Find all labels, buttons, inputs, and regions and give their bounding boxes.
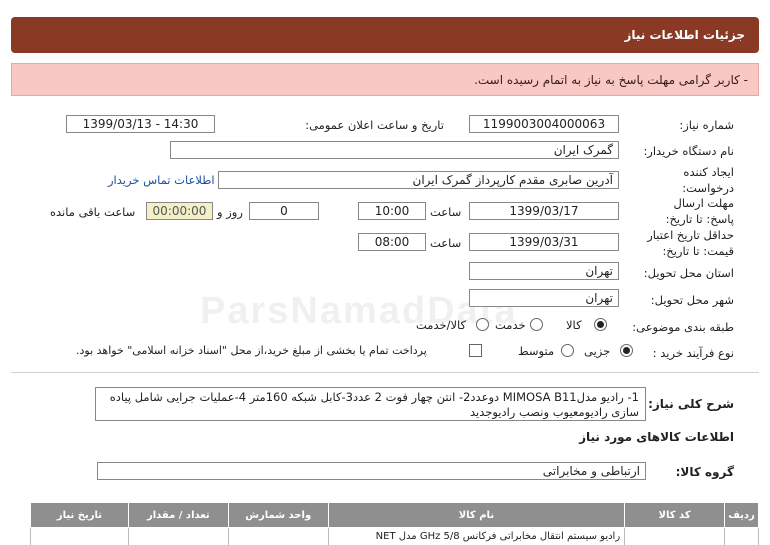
cell-name: رادیو سیستم انتقال مخابراتی فرکانس GHz 5… (327, 527, 626, 545)
process-minor-radio[interactable] (620, 344, 633, 357)
cell-date (30, 527, 129, 545)
treasury-bond-checkbox[interactable] (469, 344, 482, 357)
goods-info-title: اطلاعات کالاهای مورد نیاز (579, 430, 734, 444)
col-code: کد کالا (624, 502, 726, 528)
province-field: تهران (469, 262, 619, 280)
col-unit: واحد شمارش (227, 502, 329, 528)
col-row: ردیف (724, 502, 759, 528)
category-goods-radio[interactable] (594, 318, 607, 331)
goods-group-field: ارتباطی و مخابراتی (97, 462, 646, 480)
page-title: جزئیات اطلاعات نیاز (624, 28, 745, 42)
table-row[interactable]: رادیو سیستم انتقال مخابراتی فرکانس GHz 5… (30, 527, 759, 545)
creator-label: ایجاد کننده درخواست: (682, 165, 734, 195)
col-date: تاریخ نیاز (30, 502, 129, 528)
buyer-field: گمرک ایران (170, 141, 619, 159)
col-quantity: تعداد / مقدار (127, 502, 229, 528)
section-divider (11, 372, 759, 373)
validity-date-field: 1399/03/31 (469, 233, 619, 251)
deadline-time-field: 10:00 (358, 202, 426, 220)
process-medium-label: متوسط (518, 344, 555, 358)
category-service-radio[interactable] (530, 318, 543, 331)
need-number-field: 1199003004000063 (469, 115, 619, 133)
process-minor-label: جزیی (584, 344, 611, 358)
description-label: شرح کلی نیاز: (648, 397, 734, 411)
deadline-date-field: 1399/03/17 (469, 202, 619, 220)
page-header: جزئیات اطلاعات نیاز (11, 17, 759, 53)
category-both-label: کالا/خدمت (416, 318, 467, 332)
process-medium-radio[interactable] (561, 344, 574, 357)
category-goods-label: کالا (566, 318, 582, 332)
deadline-label: مهلت ارسال پاسخ: تا تاریخ: (665, 196, 734, 226)
alert-message: - کاربر گرامی مهلت پاسخ به نیاز به اتمام… (474, 73, 748, 87)
validity-time-field: 08:00 (358, 233, 426, 251)
announce-label: تاریخ و ساعت اعلان عمومی: (305, 118, 444, 132)
city-field: تهران (469, 289, 619, 307)
cell-row (724, 527, 759, 545)
time-remaining-label: ساعت باقی مانده (50, 205, 136, 219)
category-both-radio[interactable] (476, 318, 489, 331)
col-name: نام کالا (327, 502, 626, 528)
description-text: 1- رادیو مدلMIMOSA B11 دوعدد2- انتن چهار… (95, 387, 646, 421)
days-label: روز و (217, 205, 243, 219)
cell-code (624, 527, 726, 545)
payment-note: پرداخت تمام یا بخشی از مبلغ خرید،از محل … (76, 344, 427, 357)
deadline-alert: - کاربر گرامی مهلت پاسخ به نیاز به اتمام… (11, 63, 759, 96)
goods-group-label: گروه کالا: (675, 465, 734, 479)
city-label: شهر محل تحویل: (650, 293, 734, 307)
cell-quantity (127, 527, 229, 545)
process-label: نوع فرآیند خرید : (652, 346, 734, 360)
buyer-label: نام دستگاه خریدار: (643, 144, 734, 158)
announce-date-field: 1399/03/13 - 14:30 (66, 115, 215, 133)
goods-table: ردیف کد کالا نام کالا واحد شمارش تعداد /… (30, 502, 759, 545)
cell-unit (227, 527, 329, 545)
price-validity-label: حداقل تاریخ اعتبار قیمت: تا تاریخ: (647, 228, 734, 258)
time-remaining-field: 00:00:00 (146, 202, 213, 220)
creator-field: آدرین صابری مقدم کارپرداز گمرک ایران (218, 171, 619, 189)
buyer-contact-link[interactable]: اطلاعات تماس خریدار (108, 173, 215, 187)
days-remaining-field: 0 (249, 202, 319, 220)
category-service-label: خدمت (495, 318, 526, 332)
deadline-time-label: ساعت (430, 205, 462, 219)
province-label: استان محل تحویل: (643, 266, 734, 280)
validity-time-label: ساعت (430, 236, 462, 250)
category-label: طبقه بندی موضوعی: (632, 320, 734, 334)
need-number-label: شماره نیاز: (679, 118, 734, 132)
